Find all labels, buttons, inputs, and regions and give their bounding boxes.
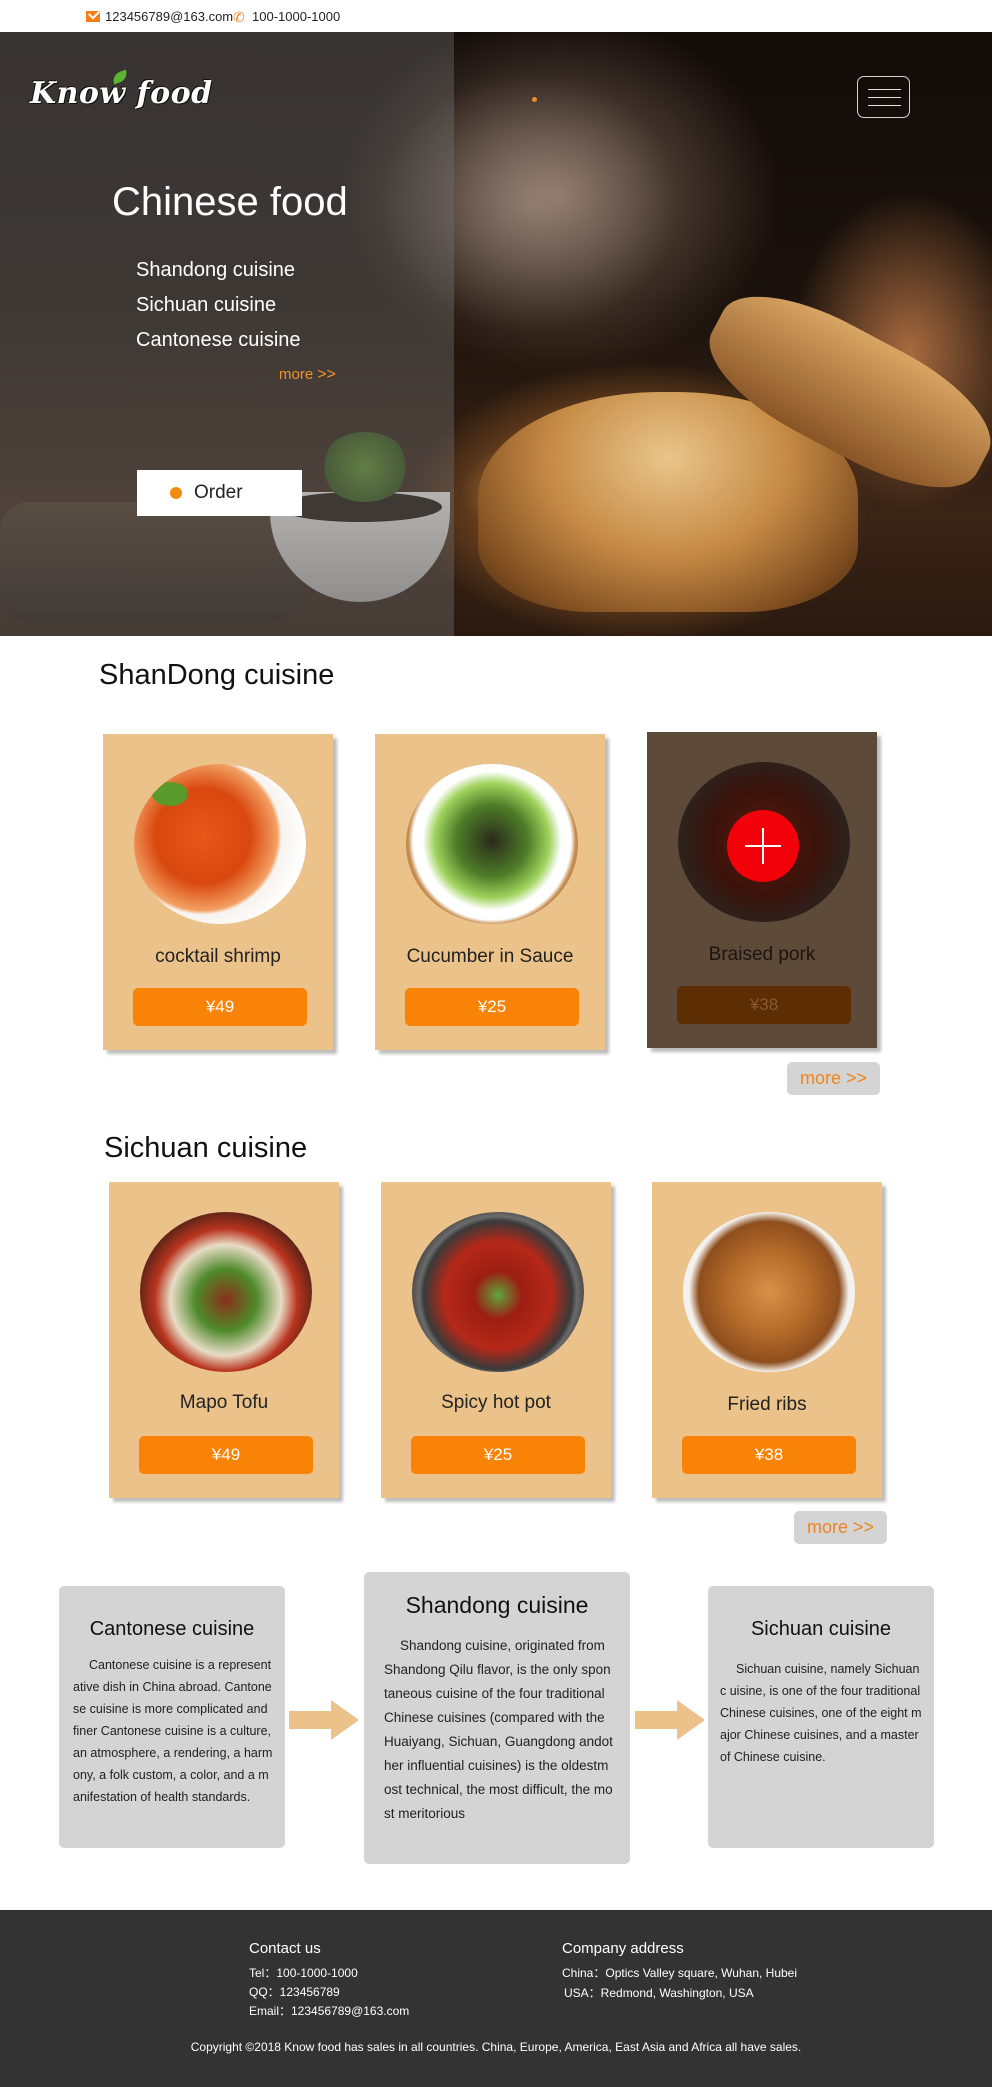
hotpot-photo <box>412 1212 584 1372</box>
sichuan-info-box: Sichuan cuisine Sichuan cuisine, namely … <box>708 1586 934 1848</box>
topbar-phone[interactable]: ✆ 100-1000-1000 <box>233 9 340 24</box>
mail-icon <box>86 11 100 22</box>
dish-price-button[interactable]: ¥49 <box>139 1436 313 1474</box>
dish-name: Mapo Tofu <box>179 1392 269 1413</box>
sichuan-more-button[interactable]: more >> <box>794 1511 887 1544</box>
dish-card-cocktail-shrimp[interactable]: cocktail shrimp ¥49 <box>103 734 333 1050</box>
dish-name: Braised pork <box>708 944 816 965</box>
menu-line-icon <box>868 89 901 90</box>
hero-cuisine-item[interactable]: Cantonese cuisine <box>136 328 301 363</box>
footer-contact-title: Contact us <box>249 1940 321 1957</box>
site-footer: Contact us Tel：100-1000-1000 QQ：12345678… <box>0 1910 992 2087</box>
dish-name: Fried ribs <box>727 1394 807 1415</box>
dish-price-button[interactable]: ¥25 <box>405 988 579 1026</box>
order-button-label: Order <box>194 482 243 503</box>
footer-address-usa: USA：Redmond, Washington, USA <box>564 1986 754 2000</box>
dish-name: Spicy hot pot <box>441 1392 551 1413</box>
topbar-email[interactable]: 123456789@163.com <box>86 9 233 24</box>
phone-icon: ✆ <box>233 8 245 25</box>
topbar-phone-text: 100-1000-1000 <box>252 9 341 24</box>
hero-more-label: more <box>279 366 314 383</box>
add-plus-icon[interactable] <box>727 810 799 882</box>
menu-line-icon <box>868 105 901 106</box>
hero-cuisine-list: Shandong cuisine Sichuan cuisine Cantone… <box>136 258 301 363</box>
footer-copyright: Copyright ©2018 Know food has sales in a… <box>190 2040 802 2054</box>
dish-card-fried-ribs[interactable]: Fried ribs ¥38 <box>652 1182 882 1498</box>
sichuan-info-title: Sichuan cuisine <box>750 1618 892 1640</box>
shandong-info-text: Shandong cuisine, originated from Shando… <box>384 1638 613 1821</box>
hero-title: Chinese food <box>112 180 348 224</box>
dish-price-button[interactable]: ¥49 <box>133 988 307 1026</box>
footer-tel[interactable]: Tel：100-1000-1000 <box>249 1964 358 1981</box>
tofu-photo <box>140 1212 312 1372</box>
topbar-email-text: 123456789@163.com <box>105 9 234 24</box>
order-button[interactable]: Order <box>137 470 302 516</box>
hero-more-link[interactable]: more >> <box>279 366 336 384</box>
hero-cuisine-item[interactable]: Sichuan cuisine <box>136 293 301 328</box>
shandong-more-button[interactable]: more >> <box>787 1062 880 1095</box>
shandong-info-box: Shandong cuisine Shandong cuisine, origi… <box>364 1572 630 1864</box>
top-contact-bar: 123456789@163.com ✆ 100-1000-1000 <box>0 0 992 32</box>
dish-card-braised-pork[interactable]: Braised pork ¥38 <box>647 732 877 1048</box>
right-arrow-icon <box>635 1700 705 1740</box>
cantonese-info-box: Cantonese cuisine Cantonese cuisine is a… <box>59 1586 285 1848</box>
hero-banner: Know food Chinese food Shandong cuisine … <box>0 32 992 636</box>
shandong-section-title: ShanDong cuisine <box>99 659 335 691</box>
cantonese-info-text: Cantonese cuisine is a representative di… <box>73 1658 273 1804</box>
hero-indicator-dot <box>532 97 537 102</box>
shandong-info-title: Shandong cuisine <box>405 1592 589 1618</box>
ribs-photo <box>683 1212 855 1372</box>
cucumber-photo <box>406 764 578 924</box>
orange-dot-icon <box>170 487 182 499</box>
dish-card-spicy-hot-pot[interactable]: Spicy hot pot ¥25 <box>381 1182 611 1498</box>
footer-qq[interactable]: QQ：123456789 <box>249 1983 340 2000</box>
footer-email[interactable]: Email：123456789@163.com <box>249 2002 409 2019</box>
menu-toggle-button[interactable] <box>857 76 910 118</box>
dish-price-button[interactable]: ¥25 <box>411 1436 585 1474</box>
footer-address-china: China：Optics Valley square, Wuhan, Hubei <box>562 1966 798 1980</box>
dish-card-cucumber-in-sauce[interactable]: Cucumber in Sauce ¥25 <box>375 734 605 1050</box>
menu-line-icon <box>868 97 901 98</box>
dish-name: cocktail shrimp <box>155 946 281 967</box>
dish-card-mapo-tofu[interactable]: Mapo Tofu ¥49 <box>109 1182 339 1498</box>
hero-cuisine-item[interactable]: Shandong cuisine <box>136 258 301 293</box>
dish-name: Cucumber in Sauce <box>406 946 574 967</box>
cantonese-info-title: Cantonese cuisine <box>89 1618 255 1640</box>
dish-price-button[interactable]: ¥38 <box>682 1436 856 1474</box>
footer-address-title: Company address <box>562 1940 684 1957</box>
sichuan-info-text: Sichuan cuisine, namely Sichuanc uisine,… <box>720 1662 922 1764</box>
right-arrow-icon <box>289 1700 359 1740</box>
shrimp-photo <box>134 764 306 924</box>
sichuan-section-title: Sichuan cuisine <box>104 1132 308 1164</box>
double-chevron-icon: >> <box>317 366 336 383</box>
dish-price-button[interactable]: ¥38 <box>677 986 851 1024</box>
